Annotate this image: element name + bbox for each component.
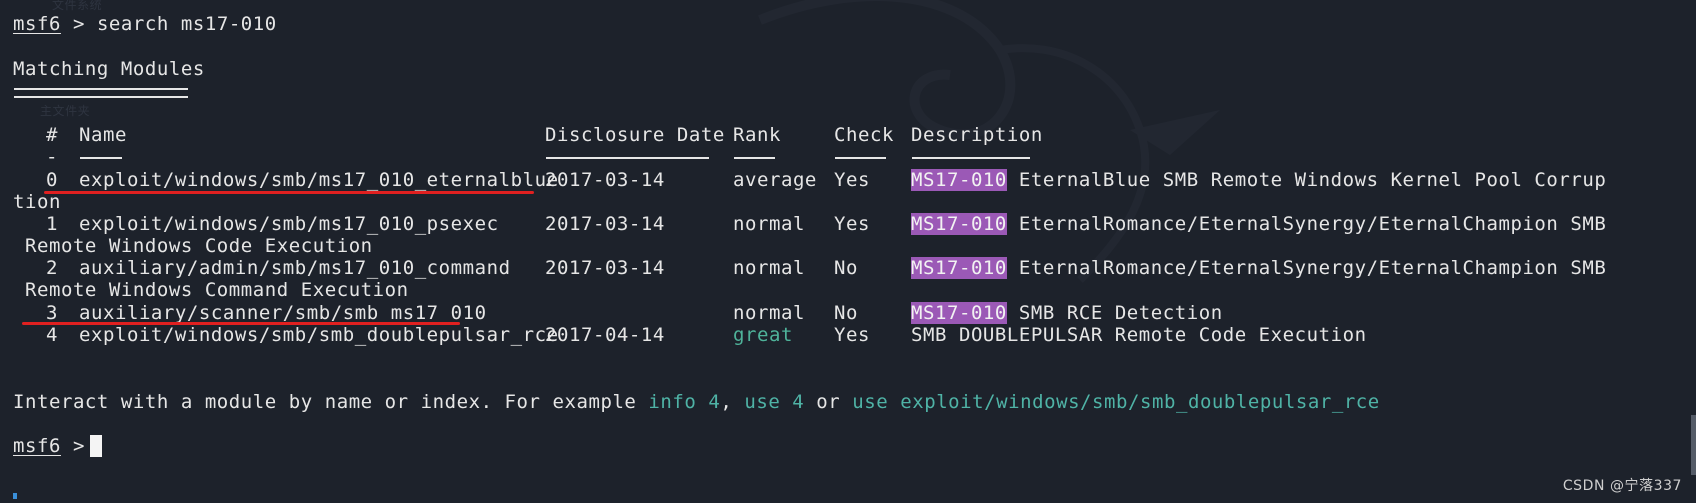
module-name: exploit/windows/smb/ms17_010_psexec bbox=[79, 213, 499, 235]
description-text: SMB RCE Detection bbox=[1006, 302, 1223, 324]
name-underline bbox=[80, 157, 122, 159]
hint-command-info: info 4 bbox=[648, 391, 721, 413]
rank: normal bbox=[733, 213, 805, 235]
scrollbar[interactable] bbox=[1691, 415, 1696, 475]
check: Yes bbox=[834, 324, 870, 346]
annotation-underline-row0 bbox=[44, 191, 534, 194]
terminal-window[interactable]: 文件系统 主文件夹 msf6 > search ms17-010 Matchin… bbox=[0, 0, 1696, 503]
row-index: 0 bbox=[46, 169, 58, 191]
hint-command-use-index: use 4 bbox=[744, 391, 805, 413]
module-name: auxiliary/admin/smb/ms17_010_command bbox=[79, 257, 511, 279]
description: MS17-010 EternalRomance/EternalSynergy/E… bbox=[911, 256, 1606, 280]
description: MS17-010 EternalRomance/EternalSynergy/E… bbox=[911, 212, 1606, 236]
module-name: exploit/windows/smb/ms17_010_eternalblue bbox=[79, 169, 559, 191]
prompt-separator: > bbox=[60, 13, 97, 35]
matching-modules-heading: Matching Modules bbox=[13, 58, 205, 80]
check: Yes bbox=[834, 169, 870, 191]
rank: normal bbox=[733, 257, 805, 279]
ms17-010-tag: MS17-010 bbox=[911, 257, 1007, 279]
description-wrap: Remote Windows Command Execution bbox=[13, 279, 409, 301]
prompt-msf6: msf6 bbox=[13, 435, 61, 457]
hint-text: or bbox=[804, 391, 853, 413]
command-text: search ms17-010 bbox=[96, 13, 277, 35]
disclosure-date: 2017-03-14 bbox=[545, 169, 665, 191]
heading-double-underline bbox=[14, 88, 188, 98]
ms17-010-tag: MS17-010 bbox=[911, 213, 1007, 235]
input-prompt-line[interactable]: msf6 > bbox=[13, 434, 97, 458]
description: MS17-010 EternalBlue SMB Remote Windows … bbox=[911, 168, 1606, 192]
check-underline bbox=[835, 157, 886, 159]
description-text: EternalBlue SMB Remote Windows Kernel Po… bbox=[1006, 169, 1607, 191]
ms17-010-tag: MS17-010 bbox=[911, 169, 1007, 191]
module-name: exploit/windows/smb/smb_doublepulsar_rce bbox=[79, 324, 559, 346]
description-text: EternalRomance/EternalSynergy/EternalCha… bbox=[1006, 213, 1607, 235]
check: Yes bbox=[834, 213, 870, 235]
header-disclosure-date: Disclosure Date bbox=[545, 124, 725, 146]
command-line: msf6 > search ms17-010 bbox=[13, 12, 277, 36]
csdn-watermark: CSDN @宁落337 bbox=[1562, 478, 1682, 494]
prompt-msf6: msf6 bbox=[13, 13, 61, 35]
hint-text: Interact with a module by name or index.… bbox=[13, 391, 649, 413]
hint-command-use-name: use exploit/windows/smb/smb_doublepulsar… bbox=[852, 391, 1380, 413]
rank: average bbox=[733, 169, 817, 191]
rank: great bbox=[733, 324, 793, 346]
row-index: 2 bbox=[46, 257, 58, 279]
header-index: # bbox=[46, 124, 58, 146]
text-cursor[interactable] bbox=[90, 435, 102, 457]
row-index: 4 bbox=[46, 324, 58, 346]
check: No bbox=[834, 257, 858, 279]
header-check: Check bbox=[834, 124, 894, 146]
description: SMB DOUBLEPULSAR Remote Code Execution bbox=[911, 324, 1367, 346]
selection-marker bbox=[13, 493, 17, 499]
interact-hint: Interact with a module by name or index.… bbox=[13, 390, 1380, 414]
description: MS17-010 SMB RCE Detection bbox=[911, 301, 1223, 325]
header-index-dash: - bbox=[46, 146, 58, 168]
disclosure-date: 2017-03-14 bbox=[545, 257, 665, 279]
description-text: EternalRomance/EternalSynergy/EternalCha… bbox=[1006, 257, 1607, 279]
rank-underline bbox=[734, 157, 775, 159]
check: No bbox=[834, 302, 858, 324]
ms17-010-tag: MS17-010 bbox=[911, 302, 1007, 324]
header-rank: Rank bbox=[733, 124, 781, 146]
description-wrap: Remote Windows Code Execution bbox=[13, 235, 373, 257]
header-description: Description bbox=[911, 124, 1043, 146]
hint-text: , bbox=[720, 391, 745, 413]
disclosure-date: 2017-03-14 bbox=[545, 213, 665, 235]
rank: normal bbox=[733, 302, 805, 324]
header-name: Name bbox=[79, 124, 127, 146]
disclosure-date: 2017-04-14 bbox=[545, 324, 665, 346]
date-underline bbox=[546, 157, 709, 159]
desktop-label-home: 主文件夹 bbox=[40, 104, 91, 118]
description-underline bbox=[912, 157, 1030, 159]
row-index: 1 bbox=[46, 213, 58, 235]
